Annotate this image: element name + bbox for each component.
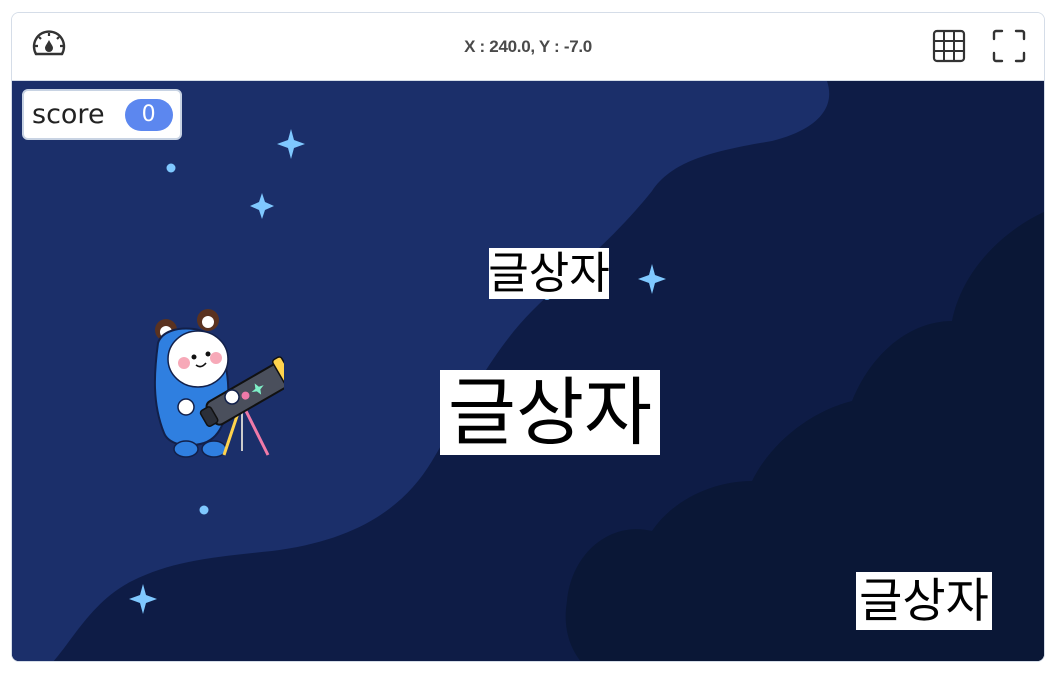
textbox-sprite-1[interactable]: 글상자 xyxy=(488,248,610,299)
score-label: score xyxy=(32,99,105,130)
fullscreen-icon[interactable] xyxy=(990,27,1028,65)
stage-canvas[interactable]: score 0 글상자 글상자 글상자 xyxy=(12,81,1044,661)
stage-toolbar: X : 240.0, Y : -7.0 xyxy=(12,13,1044,81)
mouse-coordinates: X : 240.0, Y : -7.0 xyxy=(464,37,592,56)
textbox-sprite-2[interactable]: 글상자 xyxy=(440,370,660,455)
textbox-sprite-3[interactable]: 글상자 xyxy=(856,572,992,630)
score-variable-monitor[interactable]: score 0 xyxy=(22,89,182,140)
astronaut-with-telescope-sprite[interactable] xyxy=(144,303,284,479)
score-value-badge: 0 xyxy=(124,98,173,131)
stage-frame: X : 240.0, Y : -7.0 score 0 글상자 글상자 글상자 xyxy=(11,12,1045,662)
grid-icon[interactable] xyxy=(930,27,968,65)
